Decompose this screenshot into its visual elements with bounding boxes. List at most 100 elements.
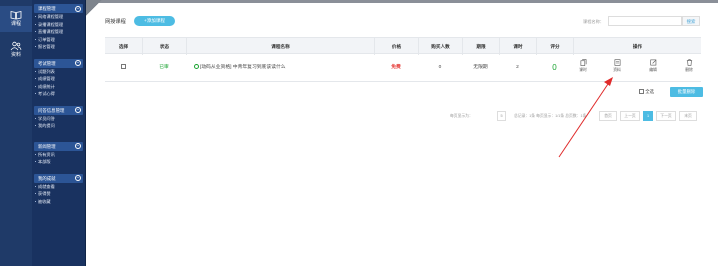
sidebar-group-header[interactable]: 我的成就 − [34,173,83,183]
people-icon [10,41,22,51]
rail-item-course[interactable]: 课程 [0,6,32,32]
buyers-cell: 0 [438,65,442,70]
sidebar-group-title: 考试管理 [38,60,56,66]
select-all-label: 全选 [645,89,655,94]
pager-last[interactable]: 末页 [679,111,697,121]
sidebar-group-title: 课程管理 [38,6,56,11]
sidebar-item[interactable]: 考试心得 [32,90,85,98]
sidebar-item[interactable]: 所有资讯 [32,151,85,159]
batch-delete-button[interactable]: 批量删除 [670,87,703,97]
op-label: 课时 [579,68,587,72]
trash-icon [686,59,692,66]
op-edit-button[interactable]: 编辑 [644,59,662,77]
column-header: 购买人数 [418,38,462,55]
status-cell: 已审 [159,65,169,70]
sidebar-item[interactable]: 成绩统计 [32,83,85,91]
column-header: 课程名称 [186,38,374,55]
collapse-icon[interactable]: − [75,143,81,149]
sidebar-group-header[interactable]: 考试管理 − [34,58,83,68]
page-title: 网授课程 [105,19,126,25]
sidebar-item[interactable]: 成就查看 [32,183,85,191]
column-header: 评分 [536,38,573,55]
sidebar-group-header[interactable]: 新闻管理 − [34,141,83,151]
sidebar-item[interactable]: 本部版 [32,158,85,166]
sidebar-item[interactable]: 订单管理 [32,36,85,44]
column-header: 课时 [499,38,536,55]
sidebar-group-exam: 考试管理 − 试题列表 成绩管理 成绩统计 考试心得 [32,58,85,98]
sidebar-group-course: 课程管理 − 网络课程管理 录播课程管理 直播课程管理 订单管理 报名管理 [32,4,85,51]
row-checkbox[interactable] [121,64,126,70]
column-header: 价格 [374,38,418,55]
pager-next[interactable]: 下一页 [656,111,676,121]
sidebar-item[interactable]: 学员问答 [32,115,85,123]
pager-summary: 总记录：1条 每页显示：1/1条 总页数：1条 [514,114,587,118]
sidebar-group-header[interactable]: 问答信息管理 − [34,105,83,115]
table-header: 选择 状态 课程名称 价格 购买人数 期限 课时 评分 操作 [105,37,701,55]
column-header: 期限 [462,38,499,55]
op-delete-button[interactable]: 删除 [680,59,698,77]
table-footer: 全选 批量删除 [105,86,703,98]
column-header: 选择 [118,44,129,49]
sidebar-item[interactable]: 网络课程管理 [32,13,85,21]
score-cell: 0 [552,63,557,72]
sidebar-item[interactable]: 我的提问 [32,122,85,130]
select-all[interactable]: 全选 [639,89,654,95]
search-input[interactable] [608,16,682,26]
sidebar-group-news: 新闻管理 − 所有资讯 本部版 [32,141,85,166]
sidebar-group-header[interactable]: 课程管理 − [34,4,83,13]
pager-current[interactable]: 1 [643,111,653,121]
collapse-icon[interactable]: − [75,175,81,181]
copy-icon [580,59,586,66]
op-label: 资料 [613,68,621,72]
course-table: 选择 状态 课程名称 价格 购买人数 期限 课时 评分 操作 已审 [动码从业资… [105,37,701,82]
icon-rail: 课程 资料 [0,0,32,266]
sidebar-group-achievement: 我的成就 − 成就查看 获得赞 被收藏 [32,173,85,206]
top-strip [86,0,718,3]
course-name-text: [动码从业资格] 中青年复习到底该读什么 [200,65,286,70]
sidebar-group-title: 问答信息管理 [38,107,65,113]
op-material-button[interactable]: 资料 [608,59,626,77]
per-page-label: 每页显示为： [450,114,473,118]
pager-prev[interactable]: 上一页 [620,111,640,121]
course-name-cell[interactable]: [动码从业资格] 中青年复习到底该读什么 [194,54,374,82]
sidebar: 课程管理 − 网络课程管理 录播课程管理 直播课程管理 订单管理 报名管理 考试… [32,0,86,266]
sidebar-group-title: 我的成就 [38,175,56,181]
sidebar-item[interactable]: 试题列表 [32,68,85,76]
corner-decoration [86,0,102,16]
op-label: 编辑 [649,68,657,72]
sidebar-item[interactable]: 成绩管理 [32,75,85,83]
op-label: 删除 [685,68,693,72]
course-type-icon [194,64,199,70]
sidebar-item[interactable]: 报名管理 [32,43,85,51]
term-cell: 无限期 [473,65,488,70]
sidebar-item[interactable]: 获得赞 [32,190,85,198]
column-header: 状态 [142,38,186,55]
pager-first[interactable]: 首页 [599,111,617,121]
hours-cell: 2 [516,65,519,70]
sidebar-group-qa: 问答信息管理 − 学员问答 我的提问 [32,105,85,130]
search-button[interactable]: 搜索 [682,16,700,26]
app-root: 课程 资料 课程管理 − 网络课程管理 录播课程管理 直播课程管理 订单管理 报… [0,0,718,266]
sidebar-item[interactable]: 直播课程管理 [32,28,85,36]
sidebar-item[interactable]: 被收藏 [32,198,85,206]
price-cell: 免费 [391,65,401,70]
select-all-checkbox[interactable] [639,89,644,95]
book-icon [10,11,22,20]
column-header: 操作 [573,38,701,55]
collapse-icon[interactable]: − [75,5,81,12]
document-icon [614,59,620,66]
sidebar-item[interactable]: 录播课程管理 [32,21,85,29]
collapse-icon[interactable]: − [75,107,81,113]
edit-icon [649,59,656,66]
table-row: 已审 [动码从业资格] 中青年复习到底该读什么 免费 0 无限期 2 0 课时 … [105,54,701,82]
row-select-cell [105,54,142,82]
rail-item-material[interactable]: 资料 [0,37,32,63]
collapse-icon[interactable]: − [75,60,81,66]
per-page-select[interactable]: 5 [497,111,506,121]
rail-item-label: 资料 [10,52,21,58]
sidebar-group-title: 新闻管理 [38,143,56,149]
rail-item-label: 课程 [10,21,21,27]
add-course-button[interactable]: +添加课程 [134,16,175,26]
search-label: 课程名称： [583,19,604,24]
op-lessons-button[interactable]: 课时 [574,59,592,77]
